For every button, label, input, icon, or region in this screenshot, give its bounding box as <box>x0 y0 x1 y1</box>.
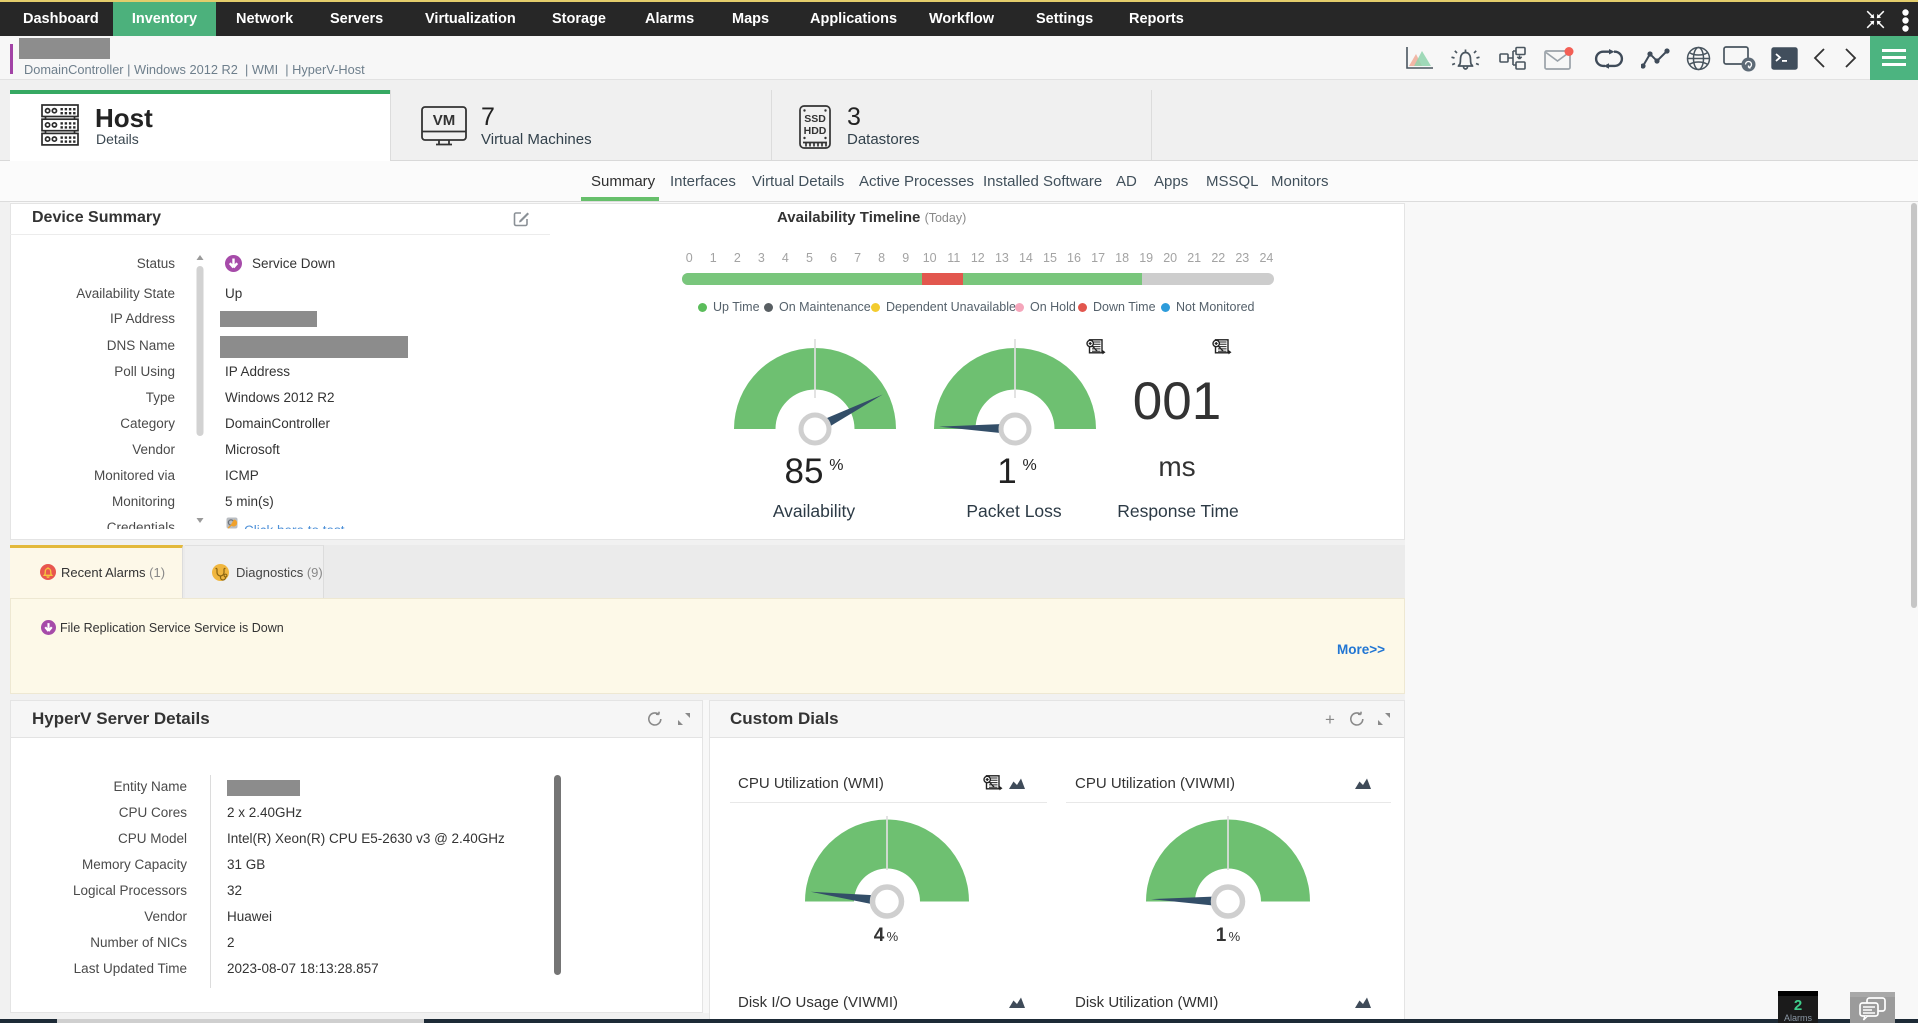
svg-text:HDD: HDD <box>804 125 827 137</box>
svg-text:VM: VM <box>433 112 456 129</box>
svg-text:SSD: SSD <box>804 113 826 125</box>
